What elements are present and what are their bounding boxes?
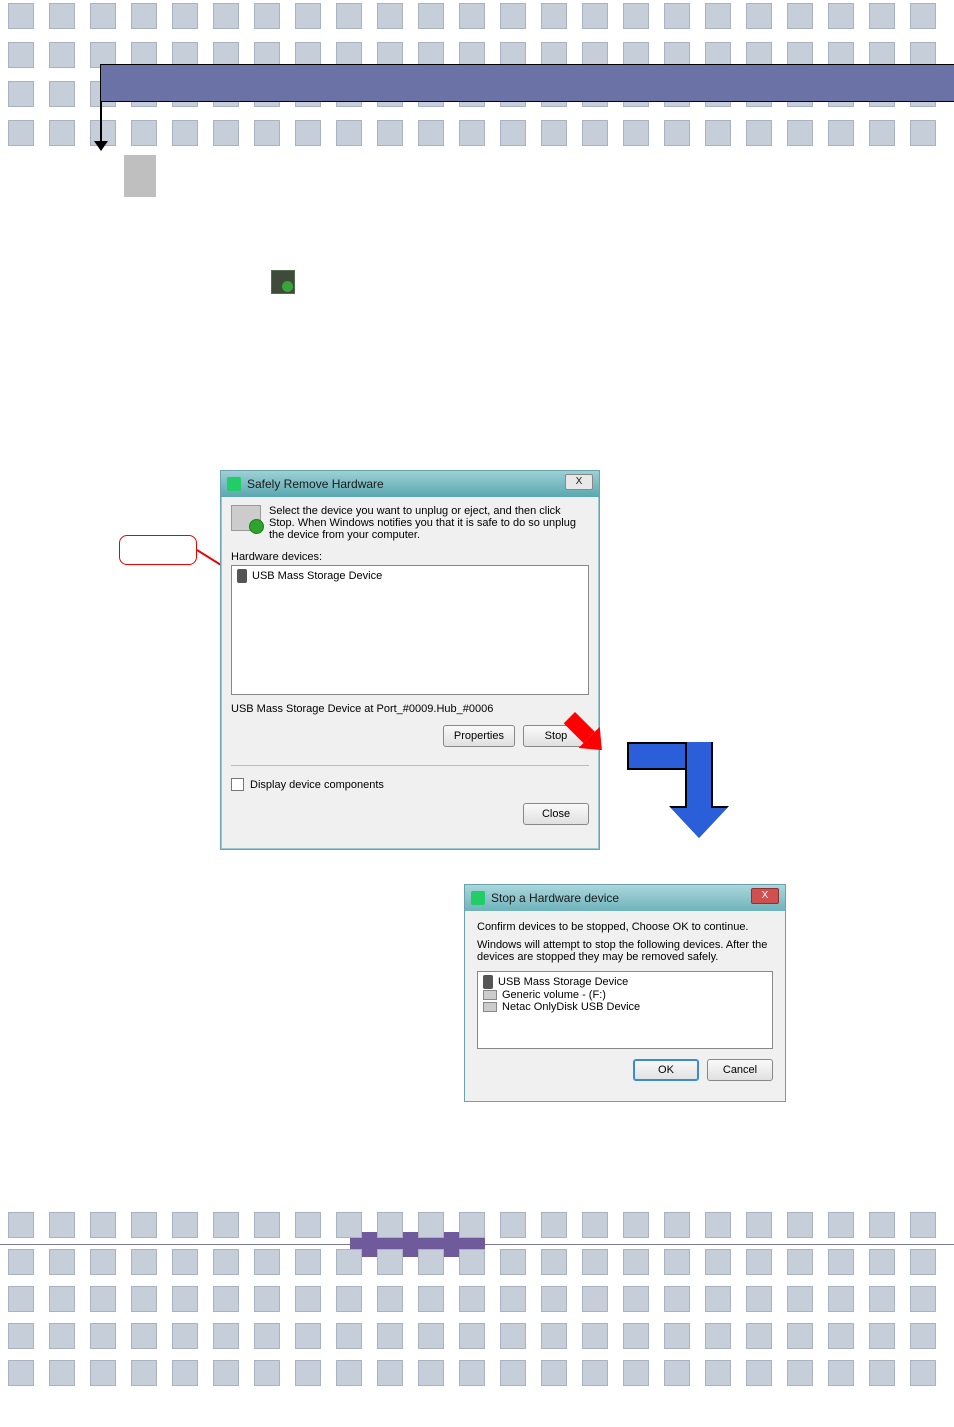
- ok-button[interactable]: OK: [633, 1059, 699, 1081]
- dialog-titlebar: Safely Remove Hardware X: [221, 471, 599, 497]
- safely-remove-tray-icon: [271, 270, 295, 294]
- display-components-label: Display device components: [250, 779, 384, 791]
- flow-arrow-down: [100, 102, 102, 150]
- warn-text: Windows will attempt to stop the followi…: [477, 939, 773, 963]
- grey-block: [124, 155, 156, 197]
- intro-icon: [231, 505, 261, 531]
- dialog2-icon: [471, 891, 485, 905]
- device-listbox[interactable]: USB Mass Storage Device: [231, 565, 589, 695]
- decorative-checker-bottom: [0, 1212, 954, 1427]
- header-bar: [100, 64, 954, 102]
- dialog-icon: [227, 477, 241, 491]
- close-button[interactable]: X: [565, 474, 593, 490]
- list-item-label: Generic volume - (F:): [502, 989, 606, 1001]
- device-list-item[interactable]: USB Mass Storage Device: [237, 569, 583, 583]
- properties-button[interactable]: Properties: [443, 725, 515, 747]
- list-item[interactable]: USB Mass Storage Device: [483, 975, 767, 989]
- blue-flow-arrow: [627, 742, 747, 842]
- divider: [231, 765, 589, 766]
- display-components-checkbox[interactable]: [231, 778, 244, 791]
- stop-device-listbox[interactable]: USB Mass Storage Device Generic volume -…: [477, 971, 773, 1049]
- list-item[interactable]: Netac OnlyDisk USB Device: [483, 1001, 767, 1013]
- confirm-text: Confirm devices to be stopped, Choose OK…: [477, 921, 773, 933]
- safely-remove-hardware-dialog: Safely Remove Hardware X Select the devi…: [220, 470, 600, 850]
- dialog2-title: Stop a Hardware device: [491, 891, 619, 905]
- list-item-label: USB Mass Storage Device: [498, 976, 628, 988]
- usb-icon: [237, 569, 247, 583]
- stop-hardware-device-dialog: Stop a Hardware device X Confirm devices…: [464, 884, 786, 1102]
- close-button-2[interactable]: Close: [523, 803, 589, 825]
- status-line: USB Mass Storage Device at Port_#0009.Hu…: [231, 703, 589, 715]
- hardware-devices-label: Hardware devices:: [231, 551, 589, 563]
- cancel-button[interactable]: Cancel: [707, 1059, 773, 1081]
- drive-icon: [483, 1002, 497, 1012]
- list-item-label: Netac OnlyDisk USB Device: [502, 1001, 640, 1013]
- drive-icon: [483, 990, 497, 1000]
- usb-icon: [483, 975, 493, 989]
- list-item[interactable]: Generic volume - (F:): [483, 989, 767, 1001]
- intro-text: Select the device you want to unplug or …: [269, 505, 589, 541]
- dialog2-titlebar: Stop a Hardware device X: [465, 885, 785, 911]
- dialog-title: Safely Remove Hardware: [247, 477, 384, 491]
- device-item-label: USB Mass Storage Device: [252, 570, 382, 582]
- callout-box: [119, 535, 197, 565]
- close-button-x[interactable]: X: [751, 888, 779, 904]
